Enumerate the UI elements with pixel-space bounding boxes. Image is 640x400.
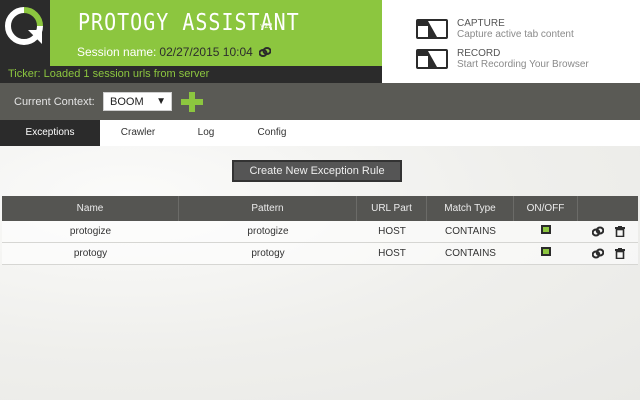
capture-title: CAPTURE (457, 18, 505, 29)
tab-log[interactable]: Log (176, 120, 236, 146)
cell-pattern: protogize (247, 226, 289, 237)
context-selected-value: BOOM (110, 96, 144, 108)
cell-url-part: HOST (378, 226, 406, 237)
tab-crawler[interactable]: Crawler (100, 120, 176, 146)
cell-match-type: CONTAINS (445, 226, 496, 237)
record-subtitle: Start Recording Your Browser (457, 59, 589, 70)
cell-actions (578, 243, 638, 264)
record-window-icon (416, 49, 448, 69)
header-actions (578, 196, 638, 221)
cell-name: protogy (73, 248, 108, 259)
session-info: Session name: 02/27/2015 10:04 (77, 45, 271, 59)
exceptions-panel: Create New Exception Rule Name Pattern U… (0, 146, 640, 400)
app-version: v22 (260, 22, 273, 30)
link-icon[interactable] (592, 248, 604, 259)
cell-pattern: protogy (251, 248, 285, 259)
cell-actions (578, 221, 638, 242)
caret-down-icon: ▼ (156, 96, 166, 107)
table-row: protogize protogize HOST CONTAINS (2, 221, 638, 243)
session-value: 02/27/2015 10:04 (159, 45, 253, 59)
header-name: Name (2, 196, 179, 221)
brand-panel: PROTOGY ASSISTANT v22 Session name: 02/2… (50, 0, 382, 66)
capture-panel: CAPTURE Capture active tab content RECOR… (382, 0, 640, 83)
plus-icon[interactable] (181, 92, 203, 112)
table-row: protogy protogy HOST CONTAINS (2, 243, 638, 265)
context-bar: Current Context: BOOM ▼ (0, 83, 640, 120)
create-exception-rule-button[interactable]: Create New Exception Rule (232, 160, 402, 182)
context-select[interactable]: BOOM ▼ (103, 92, 172, 111)
app-header: PROTOGY ASSISTANT v22 Session name: 02/2… (0, 0, 640, 83)
on-off-toggle[interactable] (541, 247, 551, 256)
ticker: Ticker: Loaded 1 session urls from serve… (0, 66, 382, 83)
cell-url-part: HOST (378, 248, 406, 259)
header-url-part: URL Part (357, 196, 427, 221)
trash-icon[interactable] (614, 248, 626, 259)
cell-name: protogize (69, 226, 112, 237)
capture-subtitle: Capture active tab content (457, 29, 574, 40)
record-title: RECORD (457, 48, 501, 59)
header-pattern: Pattern (179, 196, 357, 221)
on-off-toggle[interactable] (541, 225, 551, 234)
protogy-logo-icon (5, 7, 43, 45)
link-icon[interactable] (592, 226, 604, 237)
capture-button[interactable]: CAPTURE Capture active tab content (415, 18, 574, 40)
tab-config[interactable]: Config (236, 120, 308, 146)
context-label: Current Context: (14, 96, 95, 108)
exceptions-table: Name Pattern URL Part Match Type ON/OFF … (2, 196, 638, 265)
cell-on-off (514, 243, 578, 264)
cell-on-off (514, 221, 578, 242)
tab-exceptions[interactable]: Exceptions (0, 120, 100, 146)
logo (0, 0, 50, 66)
cell-match-type: CONTAINS (445, 248, 496, 259)
link-icon[interactable] (258, 47, 271, 57)
header-on-off: ON/OFF (514, 196, 578, 221)
table-header: Name Pattern URL Part Match Type ON/OFF (2, 196, 638, 221)
header-match-type: Match Type (427, 196, 514, 221)
capture-window-icon (416, 19, 448, 39)
session-label: Session name: (77, 45, 157, 59)
tab-bar: Exceptions Crawler Log Config (0, 120, 640, 146)
trash-icon[interactable] (614, 226, 626, 237)
record-button[interactable]: RECORD Start Recording Your Browser (415, 48, 589, 70)
